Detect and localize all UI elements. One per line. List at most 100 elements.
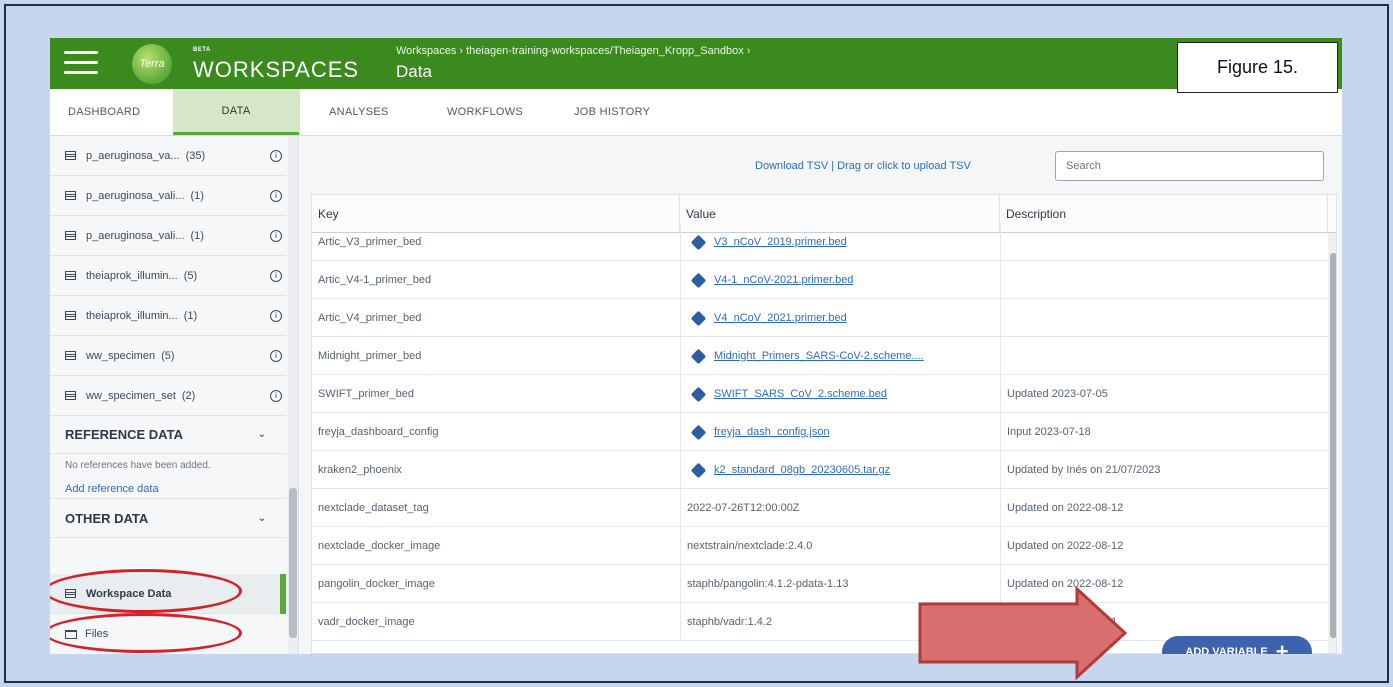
other-data-section[interactable]: OTHER DATA ⌄ bbox=[50, 498, 286, 538]
table-row[interactable]: SWIFT_primer_bed SWIFT_SARS_CoV_2.scheme.… bbox=[312, 375, 1328, 413]
sidebar-item-label: theiaprok_illumin... bbox=[86, 269, 178, 282]
description-cell bbox=[1000, 261, 1328, 299]
sidebar-table-item[interactable]: p_aeruginosa_va... (35) i bbox=[50, 136, 286, 176]
table-row[interactable]: Artic_V4_primer_bed V4_nCoV_2021.primer.b… bbox=[312, 299, 1328, 337]
value-text: nextstrain/nextclade:2.4.0 bbox=[687, 540, 813, 552]
download-tsv-link[interactable]: Download TSV bbox=[755, 160, 828, 172]
key-cell: SWIFT_primer_bed bbox=[318, 388, 414, 400]
app-name[interactable]: WORKSPACES bbox=[193, 57, 359, 83]
sidebar-item-count: (1) bbox=[183, 309, 198, 322]
table-row[interactable]: nextclade_dataset_tag 2022-07-26T12:00:00… bbox=[312, 489, 1328, 527]
table-icon bbox=[65, 231, 76, 240]
table-row[interactable]: pangolin_docker_image staphb/pangolin:4.1… bbox=[312, 565, 1328, 603]
description-cell: Updated by Inés on 21/07/2023 bbox=[1000, 451, 1328, 489]
description-cell: Updated on 2022-08-12 bbox=[1000, 565, 1328, 603]
table-icon bbox=[65, 271, 76, 280]
terra-logo[interactable]: Terra bbox=[132, 44, 172, 84]
file-link[interactable]: V3_nCoV_2019.primer.bed bbox=[714, 236, 847, 248]
info-icon[interactable]: i bbox=[270, 389, 282, 402]
sidebar-item-label: ww_specimen bbox=[86, 349, 156, 362]
tab-bar: DASHBOARD DATA ANALYSES WORKFLOWS JOB HI… bbox=[50, 89, 1342, 136]
table-row[interactable]: freyja_dashboard_config freyja_dash_confi… bbox=[312, 413, 1328, 451]
sidebar-item-label: p_aeruginosa_vali... bbox=[86, 229, 185, 242]
description-cell bbox=[1000, 337, 1328, 375]
upload-tsv-link[interactable]: | Drag or click to upload TSV bbox=[828, 160, 971, 172]
table-icon bbox=[65, 391, 76, 400]
sidebar-item-label: theiaprok_illumin... bbox=[86, 309, 178, 322]
description-cell: Input 2023-07-18 bbox=[1000, 413, 1328, 451]
tab-job-history[interactable]: JOB HISTORY bbox=[574, 89, 650, 135]
tab-data[interactable]: DATA bbox=[173, 89, 299, 135]
sidebar-table-item[interactable]: theiaprok_illumin... (5) i bbox=[50, 256, 286, 296]
key-cell: nextclade_dataset_tag bbox=[318, 502, 429, 514]
key-cell: nextclade_docker_image bbox=[318, 540, 441, 552]
folder-icon bbox=[65, 629, 77, 639]
info-icon[interactable]: i bbox=[270, 149, 282, 162]
sidebar-table-item[interactable]: ww_specimen (5) i bbox=[50, 336, 286, 376]
tab-workflows[interactable]: WORKFLOWS bbox=[447, 89, 523, 135]
file-icon bbox=[690, 310, 707, 326]
sidebar-item-count: (2) bbox=[181, 389, 196, 402]
key-cell: freyja_dashboard_config bbox=[318, 426, 439, 438]
sidebar-item-label: ww_specimen_set bbox=[86, 389, 176, 402]
file-link[interactable]: V4_nCoV_2021.primer.bed bbox=[714, 312, 847, 324]
table-icon bbox=[65, 191, 76, 200]
sidebar-table-item[interactable]: ww_specimen_set (2) i bbox=[50, 376, 286, 416]
info-icon[interactable]: i bbox=[270, 269, 282, 282]
value-cell[interactable]: V3_nCoV_2019.primer.bed bbox=[680, 223, 1000, 261]
add-variable-button[interactable]: ADD VARIABLE + bbox=[1162, 636, 1312, 654]
add-reference-data-link[interactable]: Add reference data bbox=[65, 483, 159, 495]
table-row[interactable]: Artic_V4-1_primer_bed V4-1_nCoV-2021.prim… bbox=[312, 261, 1328, 299]
file-link[interactable]: SWIFT_SARS_CoV_2.scheme.bed bbox=[714, 388, 887, 400]
sidebar-table-item[interactable]: theiaprok_illumin... (1) i bbox=[50, 296, 286, 336]
value-cell[interactable]: V4-1_nCoV-2021.primer.bed bbox=[680, 261, 1000, 299]
sidebar-item-workspace-data[interactable]: Workspace Data bbox=[50, 574, 286, 614]
file-icon bbox=[690, 462, 707, 478]
sidebar-scrollbar-thumb[interactable] bbox=[289, 488, 297, 638]
value-cell[interactable]: k2_standard_08gb_20230605.tar.gz bbox=[680, 451, 1000, 489]
table-scrollbar-thumb[interactable] bbox=[1330, 253, 1336, 638]
table-row[interactable]: Artic_V3_primer_bed V3_nCoV_2019.primer.b… bbox=[312, 223, 1328, 261]
sidebar-table-item[interactable]: p_aeruginosa_vali... (1) i bbox=[50, 176, 286, 216]
table-icon bbox=[65, 151, 76, 160]
sidebar-item-files[interactable]: Files bbox=[50, 614, 286, 654]
value-cell[interactable]: SWIFT_SARS_CoV_2.scheme.bed bbox=[680, 375, 1000, 413]
info-icon[interactable]: i bbox=[270, 229, 282, 242]
data-sidebar: p_aeruginosa_va... (35) i p_aeruginosa_v… bbox=[50, 136, 299, 654]
file-link[interactable]: freyja_dash_config.json bbox=[714, 426, 830, 438]
table-icon bbox=[65, 351, 76, 360]
key-cell: pangolin_docker_image bbox=[318, 578, 435, 590]
section-title: REFERENCE DATA bbox=[65, 427, 183, 442]
file-link[interactable]: V4-1_nCoV-2021.primer.bed bbox=[714, 274, 853, 286]
sidebar-table-item[interactable]: p_aeruginosa_vali... (1) i bbox=[50, 216, 286, 256]
value-text: staphb/pangolin:4.1.2-pdata-1.13 bbox=[687, 578, 849, 590]
sidebar-item-count: (35) bbox=[185, 149, 206, 162]
tab-analyses[interactable]: ANALYSES bbox=[329, 89, 389, 135]
hamburger-menu-icon[interactable] bbox=[64, 51, 98, 77]
value-cell[interactable]: Midnight_Primers_SARS-CoV-2.scheme.... bbox=[680, 337, 1000, 375]
breadcrumb[interactable]: Workspaces › theiagen-training-workspace… bbox=[396, 45, 750, 57]
description-cell: Updated 2023-07-05 bbox=[1000, 375, 1328, 413]
reference-data-section[interactable]: REFERENCE DATA ⌄ bbox=[50, 416, 286, 454]
value-cell[interactable]: V4_nCoV_2021.primer.bed bbox=[680, 299, 1000, 337]
info-icon[interactable]: i bbox=[270, 189, 282, 202]
tsv-actions: Download TSV | Drag or click to upload T… bbox=[755, 160, 971, 172]
table-row[interactable]: Midnight_primer_bed Midnight_Primers_SARS… bbox=[312, 337, 1328, 375]
file-link[interactable]: k2_standard_08gb_20230605.tar.gz bbox=[714, 464, 890, 476]
sidebar-item-count: (1) bbox=[190, 189, 204, 202]
table-row[interactable]: kraken2_phoenix k2_standard_08gb_20230605… bbox=[312, 451, 1328, 489]
tab-dashboard[interactable]: DASHBOARD bbox=[68, 89, 140, 135]
figure-label: Figure 15. bbox=[1177, 42, 1338, 93]
file-link[interactable]: Midnight_Primers_SARS-CoV-2.scheme.... bbox=[714, 350, 924, 362]
plus-icon: + bbox=[1275, 639, 1289, 655]
value-cell[interactable]: freyja_dash_config.json bbox=[680, 413, 1000, 451]
info-icon[interactable]: i bbox=[270, 349, 282, 362]
table-row[interactable]: nextclade_docker_image nextstrain/nextcla… bbox=[312, 527, 1328, 565]
info-icon[interactable]: i bbox=[270, 309, 282, 322]
key-cell: kraken2_phoenix bbox=[318, 464, 402, 476]
file-icon bbox=[690, 234, 707, 250]
add-variable-label: ADD VARIABLE bbox=[1185, 646, 1268, 654]
key-cell: Artic_V3_primer_bed bbox=[318, 236, 422, 248]
table-toolbar: Download TSV | Drag or click to upload T… bbox=[300, 136, 1342, 186]
search-input[interactable] bbox=[1055, 151, 1324, 181]
